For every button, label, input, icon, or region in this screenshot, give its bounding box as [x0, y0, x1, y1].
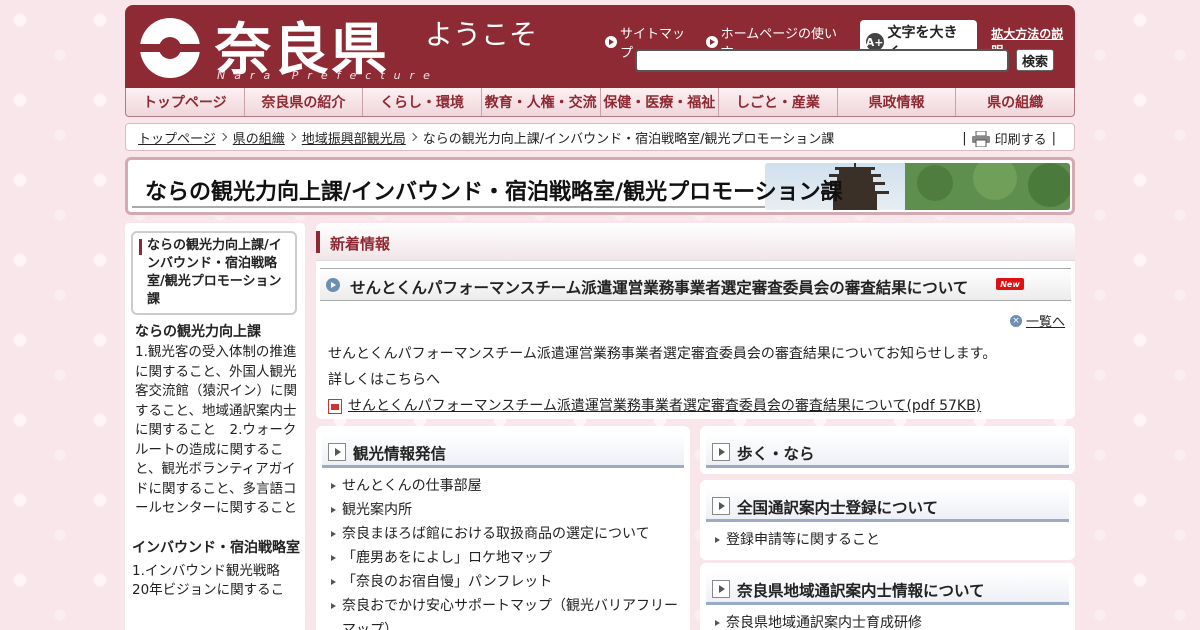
arrow-square-icon: [712, 580, 730, 598]
arrow-square-icon: [712, 497, 730, 515]
panel-link-list: せんとくんの仕事部屋 観光案内所 奈良まほろば館における取扱商品の選定について …: [330, 474, 690, 630]
panel-title: 全国通訳案内士登録について: [737, 499, 939, 517]
panel-tourism-info: 観光情報発信 せんとくんの仕事部屋 観光案内所 奈良まほろば館における取扱商品の…: [316, 426, 690, 630]
welcome-text: ようこそ: [425, 18, 538, 51]
nav-health[interactable]: 保健・医療・福祉: [601, 88, 720, 116]
list-item[interactable]: 奈良県地域通訳案内士育成研修: [714, 611, 1075, 630]
left-sidebar: ならの観光力向上課/インバウンド・宿泊戦略室/観光プロモーション課 ならの観光力…: [125, 223, 305, 630]
global-nav: トップページ 奈良県の紹介 くらし・環境 教育・人権・交流 保健・医療・福祉 し…: [125, 88, 1075, 117]
arrow-square-icon: [328, 443, 346, 461]
news-item-title-bar: せんとくんパフォーマンスチーム派遣運営業務事業者選定審査委員会の審査結果について…: [320, 268, 1071, 301]
news-heading: 新着情報: [330, 235, 391, 253]
sidebar-heading-2: インバウンド・宿泊戦略室: [132, 539, 300, 556]
print-label: 印刷する: [994, 133, 1047, 148]
search-input[interactable]: [635, 49, 1009, 72]
list-item[interactable]: 観光案内所: [330, 498, 690, 522]
news-body-text: せんとくんパフォーマンスチーム派遣運営業務事業者選定審査委員会の審査結果について…: [328, 346, 997, 362]
pdf-link[interactable]: せんとくんパフォーマンスチーム派遣運営業務事業者選定審査委員会の審査結果について…: [348, 393, 981, 419]
news-list-link[interactable]: × 一覧へ: [1009, 311, 1065, 330]
chevron-right-icon: [408, 132, 418, 142]
breadcrumb-current: ならの観光力向上課/インバウンド・宿泊戦略室/観光プロモーション課: [422, 131, 835, 147]
nav-organization[interactable]: 県の組織: [956, 88, 1074, 116]
site-header: 奈良県 Nara Prefecture ようこそ サイトマップ ホームページの使…: [125, 5, 1075, 88]
news-section: 新着情報 せんとくんパフォーマンスチーム派遣運営業務事業者選定審査委員会の審査結…: [316, 223, 1075, 419]
chevron-right-icon: [218, 132, 227, 142]
panel-guide-registration: 全国通訳案内士登録について 登録申請等に関すること: [700, 480, 1075, 560]
page-title: ならの観光力向上課/インバウンド・宿泊戦略室/観光プロモーション課: [145, 180, 843, 205]
nav-intro[interactable]: 奈良県の紹介: [245, 88, 364, 116]
news-body: せんとくんパフォーマンスチーム派遣運営業務事業者選定審査委員会の審査結果について…: [328, 341, 996, 419]
nav-work[interactable]: しごと・産業: [719, 88, 838, 116]
logo-subtitle: Nara Prefecture: [217, 69, 439, 82]
list-item[interactable]: せんとくんの仕事部屋: [330, 474, 690, 498]
panel-link-list: 奈良県地域通訳案内士育成研修: [714, 611, 1075, 630]
panel-walk-nara: 歩く・なら: [700, 426, 1075, 474]
panel-header: 歩く・なら: [706, 434, 1069, 468]
nav-government[interactable]: 県政情報: [838, 88, 957, 116]
news-header: 新着情報: [316, 223, 1075, 261]
page-title-bar: ならの観光力向上課/インバウンド・宿泊戦略室/観光プロモーション課: [125, 157, 1075, 215]
breadcrumb-organization[interactable]: 県の組織: [233, 128, 285, 147]
panel-title: 観光情報発信: [353, 445, 447, 463]
arrow-circle-icon: [326, 278, 340, 292]
breadcrumb-tourism-bureau[interactable]: 地域振興部観光局: [302, 128, 406, 147]
sidebar-text-2: 1.インバウンド観光戦略20年ビジョンに関するこ: [132, 562, 285, 599]
nara-logo-icon[interactable]: [139, 17, 201, 79]
printer-icon: [971, 130, 990, 147]
panel-link-list: 登録申請等に関すること: [714, 528, 1075, 552]
list-item[interactable]: 「鹿男あをによし」ロケ地マップ: [330, 546, 690, 570]
panel-header: 観光情報発信: [322, 434, 684, 468]
pdf-icon: [328, 398, 342, 414]
panel-title: 奈良県地域通訳案内士情報について: [737, 582, 985, 600]
nav-education[interactable]: 教育・人権・交流: [482, 88, 601, 116]
list-item[interactable]: 「奈良のお宿自慢」パンフレット: [330, 570, 690, 594]
print-button[interactable]: | 印刷する |: [962, 129, 1056, 148]
list-icon: ×: [1009, 314, 1022, 327]
divider: |: [1051, 131, 1056, 146]
arrow-square-icon: [712, 443, 730, 461]
nav-living[interactable]: くらし・環境: [363, 88, 482, 116]
new-badge: New: [996, 278, 1024, 290]
search-button[interactable]: 検索: [1016, 49, 1054, 71]
sidebar-heading-1: ならの観光力向上課: [135, 324, 261, 340]
nav-top[interactable]: トップページ: [126, 88, 245, 116]
panel-title[interactable]: 歩く・なら: [737, 442, 815, 464]
page-wrapper: 奈良県 Nara Prefecture ようこそ サイトマップ ホームページの使…: [125, 5, 1075, 630]
pdf-link-row: せんとくんパフォーマンスチーム派遣運営業務事業者選定審査委員会の審査結果について…: [328, 393, 996, 419]
news-list-label: 一覧へ: [1025, 315, 1065, 330]
arrow-circle-icon: [705, 36, 718, 48]
chevron-right-icon: [287, 132, 297, 142]
list-item[interactable]: 奈良おでかけ安心サポートマップ（観光バリアフリーマップ）: [330, 594, 690, 630]
breadcrumb: トップページ 県の組織 地域振興部観光局 ならの観光力向上課/インバウンド・宿泊…: [125, 123, 1075, 151]
divider: |: [962, 131, 967, 146]
arrow-circle-icon: [605, 36, 617, 48]
sidebar-text-1: 1.観光客の受入体制の推進に関すること、外国人観光客交流館（猿沢イン）に関するこ…: [135, 344, 297, 516]
panel-regional-guide: 奈良県地域通訳案内士情報について 奈良県地域通訳案内士育成研修: [700, 563, 1075, 630]
list-item[interactable]: 奈良まほろば館における取扱商品の選定について: [330, 522, 690, 546]
panel-header: 奈良県地域通訳案内士情報について: [706, 571, 1069, 605]
list-item[interactable]: 登録申請等に関すること: [714, 528, 1075, 552]
breadcrumb-top[interactable]: トップページ: [138, 128, 216, 147]
sidebar-current-section[interactable]: ならの観光力向上課/インバウンド・宿泊戦略室/観光プロモーション課: [131, 231, 297, 315]
news-item-title: せんとくんパフォーマンスチーム派遣運営業務事業者選定審査委員会の審査結果について: [350, 279, 969, 297]
panel-header: 全国通訳案内士登録について: [706, 488, 1069, 522]
news-body-more: 詳しくはこちらへ: [328, 372, 440, 388]
